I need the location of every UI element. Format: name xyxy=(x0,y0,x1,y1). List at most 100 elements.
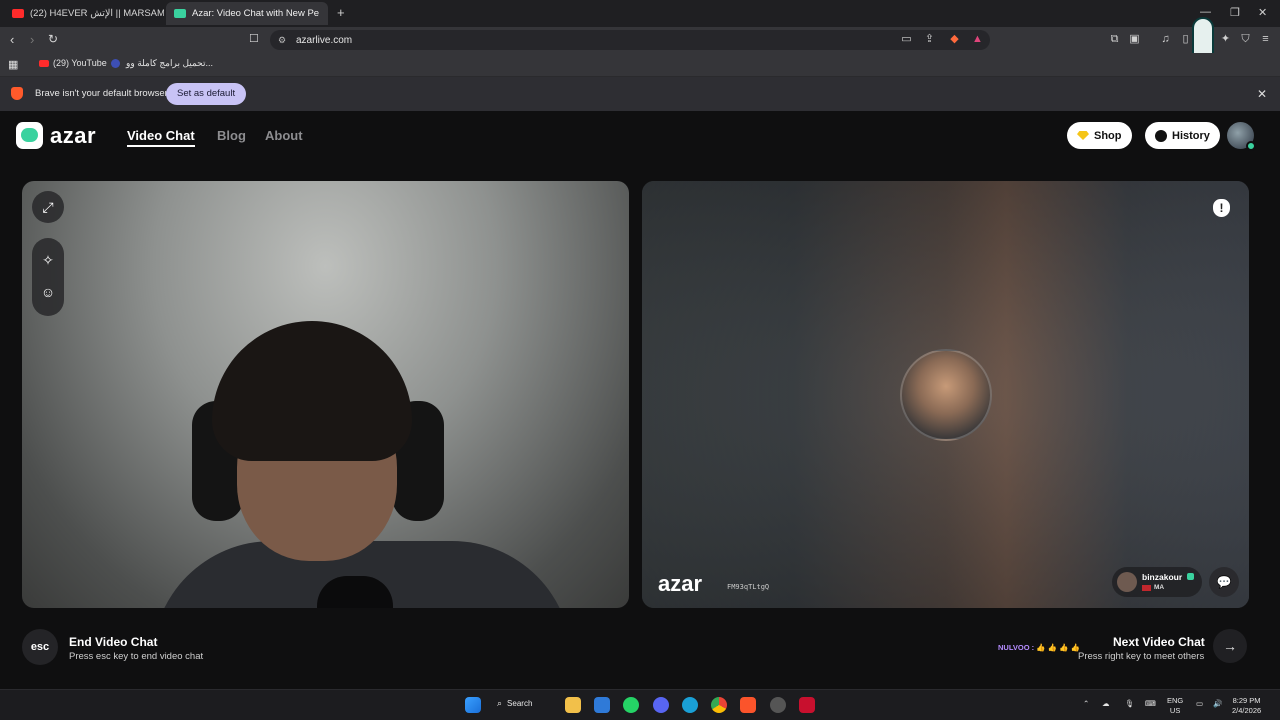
onedrive-icon[interactable]: ☁ xyxy=(1102,699,1110,709)
partner-profile-chip[interactable]: binzakour MA xyxy=(1112,567,1202,597)
language-label: ENG xyxy=(1167,696,1184,705)
bookmark-youtube[interactable]: (29) YouTube xyxy=(39,58,107,68)
menu-icon[interactable]: ≡ xyxy=(1259,33,1272,46)
mail-icon[interactable] xyxy=(594,697,610,713)
taskbar-search[interactable]: ⌕ Search xyxy=(497,698,532,709)
next-chat-title: Next Video Chat xyxy=(1113,635,1205,649)
obs-icon[interactable] xyxy=(770,697,786,713)
bookmark-icon[interactable]: ☐ xyxy=(249,32,259,45)
region-label: US xyxy=(1169,706,1181,715)
network-icon[interactable]: ▭ xyxy=(1196,699,1203,709)
clock-icon xyxy=(1155,129,1167,142)
nav-about[interactable]: About xyxy=(265,128,303,143)
bookmarks-bar: ▦ (29) YouTube تحميل برامج كاملة وو... xyxy=(0,53,1280,77)
next-chat-hint: Press right key to meet others xyxy=(1078,651,1205,662)
logo-text: azar xyxy=(50,122,97,148)
brave-lion-icon xyxy=(11,87,23,100)
file-explorer-icon[interactable] xyxy=(565,697,581,713)
tray-chevron-icon[interactable]: ⌃ xyxy=(1083,699,1089,709)
close-window-button[interactable]: ✕ xyxy=(1258,6,1267,19)
country-code: MA xyxy=(1154,584,1165,591)
chrome-icon[interactable] xyxy=(711,697,727,713)
hair xyxy=(212,321,412,461)
flag-icon xyxy=(1142,584,1151,591)
infobar-message: Brave isn't your default browser xyxy=(35,88,168,99)
language-indicator[interactable]: ENG US xyxy=(1167,696,1183,716)
chat-icon[interactable]: 💬 xyxy=(1209,567,1239,597)
volume-icon[interactable]: 🔊 xyxy=(1213,699,1222,709)
tab-youtube[interactable]: (22) H4EVER الإتش || MARSAM مرسم xyxy=(4,2,164,25)
extensions-icon[interactable]: ⧉ xyxy=(1108,33,1121,46)
nav-blog[interactable]: Blog xyxy=(217,128,246,143)
url-text: azarlive.com xyxy=(296,34,353,46)
magic-wand-icon[interactable]: ✧ xyxy=(32,244,64,276)
shop-label: Shop xyxy=(1094,129,1122,142)
back-icon[interactable]: ‹ xyxy=(10,32,14,47)
youtube-icon xyxy=(12,9,24,18)
azar-logo-icon xyxy=(16,122,43,149)
cast-icon[interactable]: ▭ xyxy=(900,33,913,46)
search-icon: ⌕ xyxy=(497,698,503,708)
address-toolbar: ‹ › ↻ ☐ ⚙ azarlive.com ▭ ⇪ ◆ ▲ ⧉ ▣ ♫ ▯ ✦… xyxy=(0,17,1280,73)
keyboard-icon[interactable]: ⌨ xyxy=(1145,699,1156,709)
clock[interactable]: 8:29 PM 2/4/2026 xyxy=(1232,696,1261,716)
local-camera-person xyxy=(152,321,572,608)
verified-icon xyxy=(1186,573,1194,580)
tab-label: (22) H4EVER الإتش || MARSAM مرسم xyxy=(30,8,164,19)
site-settings-icon[interactable]: ⚙ xyxy=(278,35,286,46)
time-label: 8:29 PM xyxy=(1232,696,1261,705)
windows-start-icon[interactable] xyxy=(465,697,481,713)
shop-button[interactable]: Shop xyxy=(1067,122,1132,149)
sidebar-icon[interactable]: ▯ xyxy=(1179,33,1192,46)
local-video: ⤢ ✧ ☺ xyxy=(22,181,629,608)
edge-icon[interactable] xyxy=(682,697,698,713)
screenshot-icon[interactable]: ▣ xyxy=(1128,33,1141,46)
user-avatar[interactable] xyxy=(1227,122,1256,151)
vpn-icon[interactable]: ⛉ xyxy=(1239,33,1252,46)
brave-rewards-icon[interactable]: ▲ xyxy=(971,33,984,46)
bookmark-label: تحميل برامج كاملة وو... xyxy=(126,58,214,68)
azar-favicon-icon xyxy=(174,9,186,18)
discord-icon[interactable] xyxy=(653,697,669,713)
set-default-button[interactable]: Set as default xyxy=(166,83,247,105)
new-tab-button[interactable]: + xyxy=(337,5,345,20)
next-chat-button[interactable]: → xyxy=(1213,629,1247,663)
mic-icon[interactable]: 🎙 xyxy=(1125,699,1135,709)
report-icon[interactable]: ! xyxy=(1213,199,1230,217)
media-icon[interactable]: ♫ xyxy=(1159,33,1172,46)
fullscreen-toggle[interactable]: ⤢ xyxy=(32,191,64,223)
history-label: History xyxy=(1172,129,1210,142)
maximize-button[interactable]: ❐ xyxy=(1230,6,1240,19)
close-infobar-icon[interactable]: ✕ xyxy=(1257,87,1267,101)
effects-panel: ✧ ☺ xyxy=(32,238,64,316)
browser-tab-bar: (22) H4EVER الإتش || MARSAM مرسم Azar: V… xyxy=(0,0,1280,27)
close-tab-icon[interactable]: ✕ xyxy=(319,7,328,21)
expand-icon[interactable]: ⤢ xyxy=(32,191,64,223)
bookmark-label: (29) YouTube xyxy=(53,58,107,68)
session-id: FM93qTLtgQ xyxy=(727,583,770,591)
tab-azar[interactable]: Azar: Video Chat with New Pe ✕ xyxy=(166,2,328,25)
azar-logo[interactable]: azar xyxy=(16,122,96,149)
partner-avatar xyxy=(900,349,992,441)
nav-video-chat[interactable]: Video Chat xyxy=(127,128,195,147)
partner-country: MA xyxy=(1142,584,1164,591)
url-field[interactable]: ⚙ azarlive.com xyxy=(270,30,990,50)
reload-icon[interactable]: ↻ xyxy=(48,32,58,46)
app-icon[interactable] xyxy=(799,697,815,713)
history-button[interactable]: History xyxy=(1145,122,1220,149)
leo-ai-icon[interactable]: ✦ xyxy=(1219,33,1232,46)
end-chat-title: End Video Chat xyxy=(69,635,158,649)
tab-label: Azar: Video Chat with New Pe xyxy=(192,8,320,19)
apps-grid-icon[interactable]: ▦ xyxy=(8,58,18,71)
bookmark-arabic-site[interactable]: تحميل برامج كاملة وو... xyxy=(111,58,213,69)
partner-username: binzakour xyxy=(1142,572,1194,582)
remote-video: ! azar FM93qTLtgQ binzakour MA 💬 xyxy=(642,181,1249,608)
brave-icon[interactable] xyxy=(740,697,756,713)
brave-shields-icon[interactable]: ◆ xyxy=(948,33,961,46)
whatsapp-icon[interactable] xyxy=(623,697,639,713)
face-filter-icon[interactable]: ☺ xyxy=(32,276,64,308)
end-chat-button[interactable]: esc xyxy=(22,629,58,665)
share-icon[interactable]: ⇪ xyxy=(923,33,936,46)
stream-overlay-text: NULVOO : 👍 👍 👍 👍 xyxy=(998,643,1080,652)
forward-icon[interactable]: › xyxy=(30,32,34,47)
